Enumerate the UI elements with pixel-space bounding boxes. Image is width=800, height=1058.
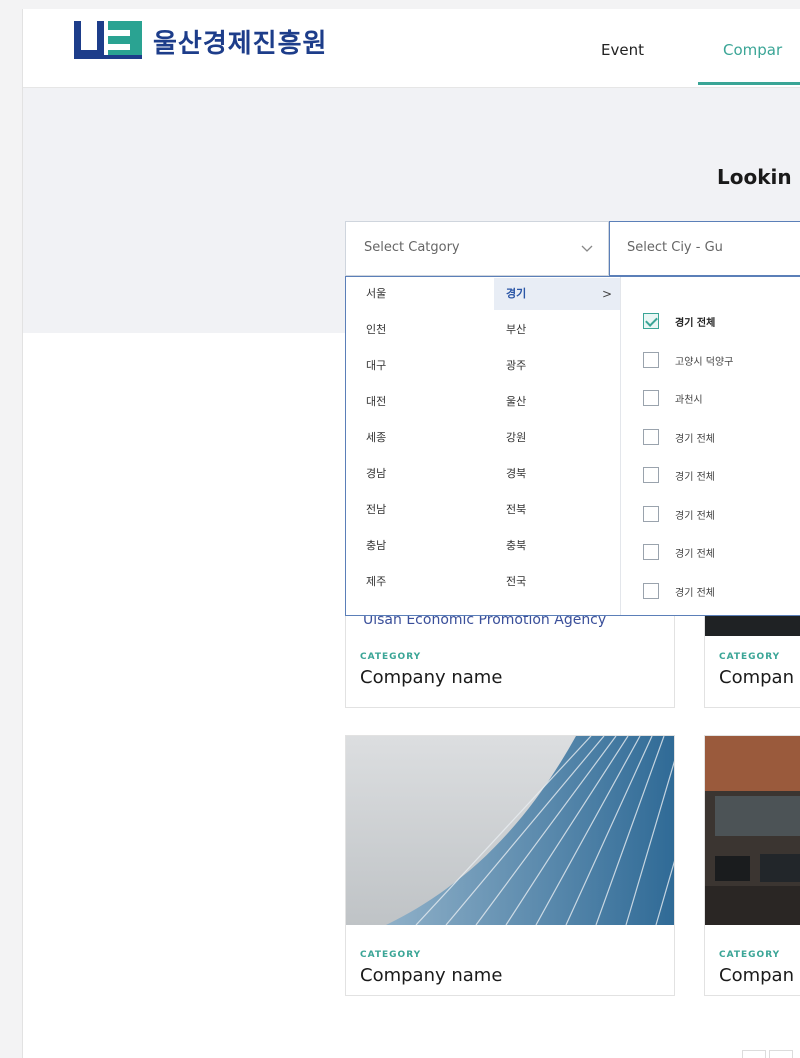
checkbox[interactable]: [643, 352, 659, 368]
company-card[interactable]: CATEGORY Company name: [345, 735, 675, 996]
region-item[interactable]: 울산: [506, 386, 526, 418]
card-company-name: Compan: [719, 667, 794, 688]
region-item[interactable]: 충북: [506, 530, 526, 562]
city-checkbox-list: 경기 전체 고양시 덕양구 과천시 경기 전체 경기 전체 경기 전체 경기 전…: [620, 277, 800, 615]
city-option-label: 경기 전체: [675, 318, 716, 329]
checkbox[interactable]: [643, 467, 659, 483]
top-navigation-bar: 울산경제진흥원 Event Compar: [23, 9, 800, 88]
region-item[interactable]: 대전: [366, 386, 386, 418]
region-item[interactable]: 대구: [366, 350, 386, 382]
card-company-name: Company name: [360, 965, 503, 986]
city-option-label: 경기 전체: [675, 511, 715, 522]
city-option-label: 고양시 덕양구: [675, 357, 734, 368]
company-card[interactable]: CATEGORY Compan: [704, 735, 800, 996]
city-gu-select[interactable]: Select Ciy - Gu: [609, 221, 800, 276]
region-item[interactable]: 전남: [366, 494, 386, 526]
pagination-button[interactable]: [742, 1050, 766, 1058]
checkbox[interactable]: [643, 390, 659, 406]
chevron-right-icon: >: [601, 287, 612, 301]
chevron-down-icon: [581, 245, 593, 252]
card-category: CATEGORY: [360, 652, 422, 662]
region-item[interactable]: 경북: [506, 458, 526, 490]
category-select[interactable]: Select Catgory: [345, 221, 609, 276]
card-category: CATEGORY: [719, 652, 781, 662]
logo-text[interactable]: 울산경제진흥원: [153, 23, 327, 60]
page-frame: 울산경제진흥원 Event Compar Lookin Select Catgo…: [22, 9, 800, 1058]
region-dropdown-panel: 서울 경기 > 인천 부산 대구 광주 대전 울산 세종 강원 경남 경북 전남…: [345, 276, 800, 616]
city-option-label: 경기 전체: [675, 549, 715, 560]
card-company-name: Compan: [719, 965, 794, 986]
active-nav-indicator: [698, 82, 800, 85]
card-company-name: Company name: [360, 667, 503, 688]
region-item[interactable]: 충남: [366, 530, 386, 562]
nav-item-company[interactable]: Compar: [723, 41, 782, 59]
checkbox[interactable]: [643, 429, 659, 445]
region-item[interactable]: 세종: [366, 422, 386, 454]
city-option-label: 경기 전체: [675, 472, 715, 483]
page-heading: Lookin: [717, 165, 792, 189]
region-item[interactable]: 강원: [506, 422, 526, 454]
region-item[interactable]: 인천: [366, 314, 386, 346]
category-select-placeholder: Select Catgory: [364, 240, 460, 255]
city-option-label: 경기 전체: [675, 434, 715, 445]
city-option-label: 경기 전체: [675, 588, 715, 599]
card-category: CATEGORY: [360, 950, 422, 960]
region-item[interactable]: 서울: [356, 278, 476, 310]
region-item-selected[interactable]: 경기 >: [494, 278, 620, 310]
nav-item-event[interactable]: Event: [601, 41, 644, 59]
region-item[interactable]: 광주: [506, 350, 526, 382]
region-item[interactable]: 부산: [506, 314, 526, 346]
logo-icon[interactable]: [74, 21, 144, 59]
region-item[interactable]: 경남: [366, 458, 386, 490]
city-option-label: 과천시: [675, 395, 703, 406]
checkbox[interactable]: [643, 583, 659, 599]
region-item[interactable]: 전국: [506, 566, 526, 598]
region-list: 서울 경기 > 인천 부산 대구 광주 대전 울산 세종 강원 경남 경북 전남…: [346, 277, 620, 615]
checkbox[interactable]: [643, 506, 659, 522]
checkbox-checked[interactable]: [643, 313, 659, 329]
building-image: [346, 736, 674, 925]
checkbox[interactable]: [643, 544, 659, 560]
region-item[interactable]: 전북: [506, 494, 526, 526]
office-image: [705, 736, 800, 925]
region-item[interactable]: 제주: [366, 566, 386, 598]
city-gu-select-placeholder: Select Ciy - Gu: [627, 240, 723, 255]
card-category: CATEGORY: [719, 950, 781, 960]
pagination-button[interactable]: [769, 1050, 793, 1058]
